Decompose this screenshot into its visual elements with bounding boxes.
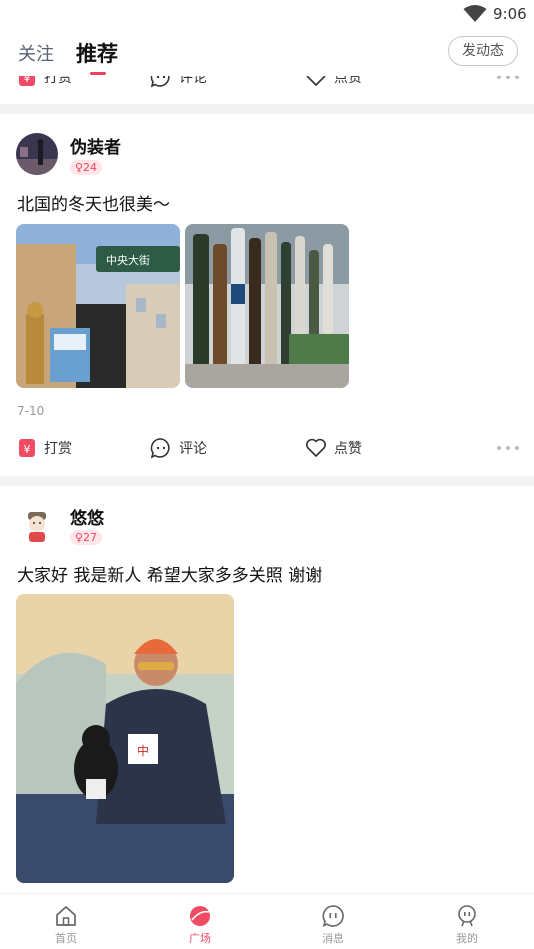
reward-label: 打赏 xyxy=(44,441,72,457)
tabbar-label: 我的 xyxy=(456,932,478,945)
tab-recommend[interactable]: 推荐 xyxy=(76,38,118,68)
svg-text:中: 中 xyxy=(137,743,149,758)
post-update-button[interactable]: 发动态 xyxy=(448,36,518,66)
status-time: 9:06 xyxy=(493,5,527,23)
tabbar-label: 消息 xyxy=(322,932,344,945)
username[interactable]: 伪装者 xyxy=(70,133,121,158)
tabbar-item-messages[interactable]: 消息 xyxy=(298,904,368,946)
post-text: 北国的冬天也很美～ xyxy=(17,195,170,215)
post-image-street[interactable]: 中央大街 xyxy=(16,224,180,388)
comment-label: 评论 xyxy=(179,441,207,457)
message-icon xyxy=(322,905,344,927)
comment-icon xyxy=(150,438,170,459)
post-date: 7-10 xyxy=(17,404,45,418)
profile-icon xyxy=(458,905,476,927)
home-icon xyxy=(56,906,76,926)
tabbar-item-profile[interactable]: 我的 xyxy=(432,904,502,946)
feed-post: 伪装者 ♀24 北国的冬天也很美～ 中央大街 7-10 ¥ 打赏 评论 点赞 xyxy=(0,114,534,476)
wifi-icon xyxy=(463,5,487,22)
age-badge: ♀27 xyxy=(70,530,103,545)
feed-post: 悠悠 ♀27 大家好 我是新人 希望大家多多关照 谢谢 中 xyxy=(0,486,534,893)
tabbar-label: 广场 xyxy=(189,932,211,945)
post-actions: ¥ 打赏 评论 点赞 xyxy=(0,433,534,463)
post-image-portrait[interactable]: 中 xyxy=(16,594,234,883)
bottom-tab-bar: 首页 广场 消息 我的 xyxy=(0,893,534,949)
tab-follow[interactable]: 关注 xyxy=(18,40,54,66)
avatar[interactable] xyxy=(16,504,58,546)
tabbar-item-home[interactable]: 首页 xyxy=(31,904,101,946)
more-icon[interactable] xyxy=(496,445,520,451)
username[interactable]: 悠悠 xyxy=(70,504,104,529)
like-label: 点赞 xyxy=(334,441,362,457)
status-bar: 9:06 xyxy=(0,0,534,28)
feed-divider xyxy=(0,104,534,114)
svg-text:¥: ¥ xyxy=(24,443,31,456)
tabbar-label: 首页 xyxy=(55,932,77,945)
tabbar-item-plaza[interactable]: 广场 xyxy=(165,904,235,946)
age-badge: ♀24 xyxy=(70,160,103,175)
comment-button[interactable]: 评论 xyxy=(150,433,207,463)
post-image-bottles[interactable] xyxy=(185,224,349,388)
like-button[interactable]: 点赞 xyxy=(305,433,362,463)
reward-button[interactable]: ¥ 打赏 xyxy=(17,433,72,463)
plaza-icon xyxy=(190,906,210,926)
avatar[interactable] xyxy=(16,133,58,175)
top-header: 关注 推荐 发动态 xyxy=(0,28,534,76)
svg-text:中央大街: 中央大街 xyxy=(106,253,150,267)
reward-icon: ¥ xyxy=(19,439,35,457)
heart-icon xyxy=(306,438,326,457)
feed-divider xyxy=(0,476,534,486)
active-tab-indicator xyxy=(90,72,106,75)
post-text: 大家好 我是新人 希望大家多多关照 谢谢 xyxy=(17,566,323,586)
